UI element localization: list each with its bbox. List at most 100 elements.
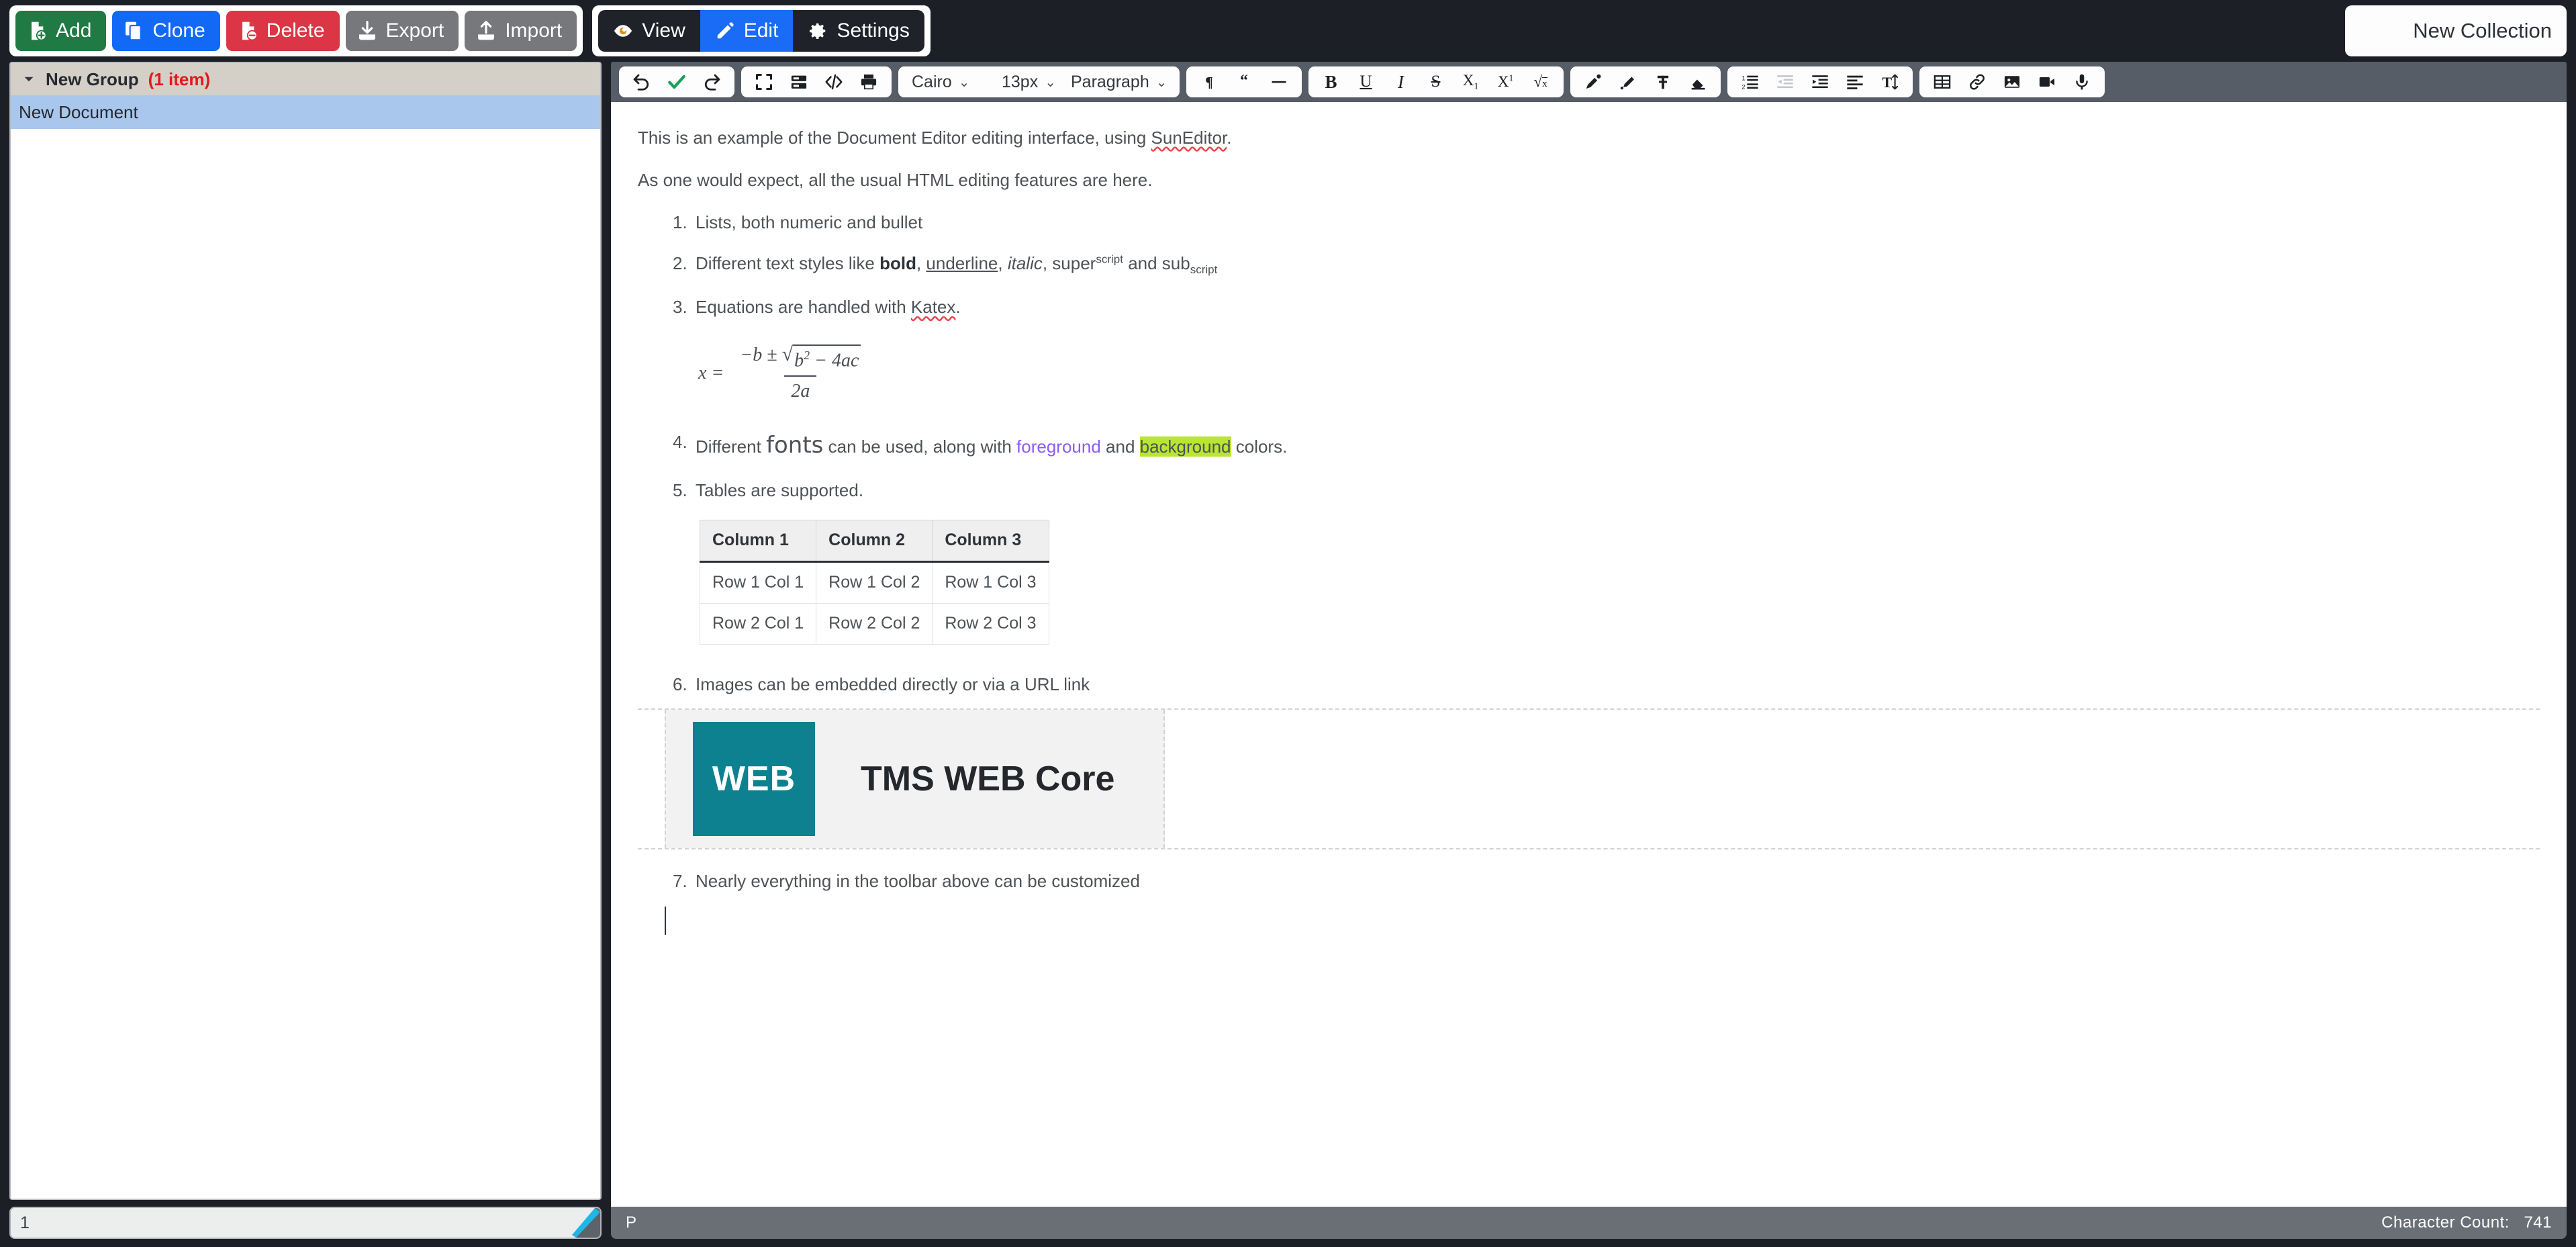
superscript-button[interactable]: X1 xyxy=(1490,68,1522,95)
list-item-1: 1. Lists, both numeric and bullet xyxy=(673,211,2540,234)
mode-switch-group: View Edit Settings xyxy=(598,10,924,52)
outdent-button[interactable] xyxy=(1769,68,1801,95)
redo-button[interactable] xyxy=(696,68,728,95)
doc-intro-link[interactable]: SunEditor xyxy=(1151,128,1227,148)
text-cursor-line[interactable] xyxy=(638,906,2540,941)
list-item-1-text: Lists, both numeric and bullet xyxy=(696,212,923,233)
export-button[interactable]: Export xyxy=(345,11,459,51)
katex-link[interactable]: Katex xyxy=(911,297,956,317)
highlight-color-button[interactable] xyxy=(1612,68,1644,95)
align-button[interactable] xyxy=(1839,68,1871,95)
mode-edit[interactable]: Edit xyxy=(700,10,794,52)
fonts-sample: fonts xyxy=(766,432,824,459)
doc-table-header-cell[interactable]: Column 3 xyxy=(932,520,1049,563)
math-button[interactable]: √x xyxy=(1525,68,1557,95)
italic-button[interactable]: I xyxy=(1385,68,1417,95)
doc-table-header-row: Column 1 Column 2 Column 3 xyxy=(699,520,1049,563)
bold-button[interactable]: B xyxy=(1315,68,1347,95)
web-logo-title: TMS WEB Core xyxy=(861,759,1115,798)
font-color-icon xyxy=(1586,74,1601,89)
paragraph-format-button[interactable]: ¶ xyxy=(1193,68,1225,95)
text-style-tool-group: B U I S X1 X1 √x xyxy=(1308,66,1564,97)
horizontal-rule-button[interactable] xyxy=(1263,68,1295,95)
text-cursor xyxy=(665,906,666,935)
ordered-list-button[interactable]: 1 2 xyxy=(1734,68,1766,95)
print-button[interactable] xyxy=(853,68,885,95)
doc-paragraph-2: As one would expect, all the usual HTML … xyxy=(638,170,1153,191)
fullscreen-button[interactable] xyxy=(748,68,780,95)
font-size-select[interactable]: 13px ⌄ xyxy=(995,68,1061,95)
font-size-value: 13px xyxy=(1002,72,1039,91)
block-tool-group: ¶ “ xyxy=(1186,66,1302,97)
link-button[interactable] xyxy=(1961,68,1993,95)
fullscreen-icon xyxy=(755,73,773,91)
doc-table-cell[interactable]: Row 1 Col 2 xyxy=(816,561,933,604)
doc-table-cell[interactable]: Row 2 Col 1 xyxy=(699,602,817,645)
doc-table-cell[interactable]: Row 1 Col 3 xyxy=(932,561,1049,604)
strikethrough-button[interactable]: S xyxy=(1420,68,1452,95)
resize-grip-icon[interactable] xyxy=(565,1208,600,1238)
mode-switch-panel: View Edit Settings xyxy=(592,5,931,56)
sep-1: , xyxy=(916,253,926,274)
gear-icon xyxy=(810,23,826,39)
character-count: Character Count: 741 xyxy=(2381,1213,2552,1232)
audio-icon xyxy=(2075,74,2088,90)
blockquote-button[interactable]: “ xyxy=(1228,68,1260,95)
list-item-4-number: 4. xyxy=(673,432,687,453)
katex-equation[interactable]: x = −b ± √ b2 − 4ac 2a xyxy=(698,342,2540,404)
font-color-button[interactable] xyxy=(1577,68,1609,95)
video-button[interactable] xyxy=(2031,68,2063,95)
tree-document-row[interactable]: New Document xyxy=(11,95,600,129)
import-button[interactable]: Import xyxy=(465,11,577,51)
doc-table-header-cell[interactable]: Column 2 xyxy=(816,520,933,563)
list-item-3-number: 3. xyxy=(673,297,687,318)
pencil-icon xyxy=(717,22,734,39)
paragraph-style-select[interactable]: Paragraph ⌄ xyxy=(1064,68,1173,95)
list-item-4: 4. Different fonts can be used, along wi… xyxy=(673,430,2540,461)
embedded-image[interactable]: WEB TMS WEB Core xyxy=(665,709,1165,848)
add-button[interactable]: Add xyxy=(15,11,107,51)
font-family-select[interactable]: Cairo ⌄ xyxy=(905,68,992,95)
delete-button[interactable]: Delete xyxy=(226,11,340,51)
web-logo-text: WEB xyxy=(712,759,796,798)
mode-settings[interactable]: Settings xyxy=(793,10,924,52)
foreground-sample: foreground xyxy=(1016,436,1101,457)
audio-button[interactable] xyxy=(2066,68,2098,95)
indent-button[interactable] xyxy=(1804,68,1836,95)
doc-table-cell[interactable]: Row 2 Col 2 xyxy=(816,602,933,645)
image-button[interactable] xyxy=(1996,68,2028,95)
chevron-down-icon[interactable] xyxy=(21,72,36,87)
editor-canvas[interactable]: This is an example of the Document Edito… xyxy=(611,102,2567,1207)
undo-button[interactable] xyxy=(626,68,658,95)
clone-button[interactable]: Clone xyxy=(112,11,220,51)
underline-button[interactable]: U xyxy=(1350,68,1382,95)
collection-title[interactable]: New Collection xyxy=(2345,5,2567,56)
preview-button[interactable] xyxy=(783,68,815,95)
tree-group-row[interactable]: New Group (1 item) xyxy=(11,63,600,95)
doc-table-header-cell[interactable]: Column 1 xyxy=(699,520,817,563)
doc-feature-list-3: 6. Images can be embedded directly or vi… xyxy=(673,673,2540,696)
underline-sample: underline xyxy=(926,253,998,274)
editor-status-element-path: P xyxy=(626,1213,637,1232)
mode-view[interactable]: View xyxy=(598,10,700,52)
doc-table[interactable]: Column 1 Column 2 Column 3 Row 1 Col 1 R… xyxy=(699,520,1049,645)
video-icon xyxy=(2039,77,2054,87)
subscript-button[interactable]: X1 xyxy=(1455,68,1487,95)
code-view-button[interactable] xyxy=(818,68,850,95)
clone-button-label: Clone xyxy=(152,19,205,42)
table-button[interactable] xyxy=(1926,68,1958,95)
doc-table-cell[interactable]: Row 2 Col 3 xyxy=(932,602,1049,645)
font-select-group: Cairo ⌄ 13px ⌄ Paragraph ⌄ xyxy=(898,66,1180,97)
document-content[interactable]: This is an example of the Document Edito… xyxy=(611,102,2567,941)
save-button[interactable] xyxy=(661,68,693,95)
mode-settings-label: Settings xyxy=(837,19,910,42)
list-item-4-suffix: colors. xyxy=(1231,436,1288,457)
text-style-button[interactable] xyxy=(1647,68,1679,95)
remove-format-button[interactable] xyxy=(1682,68,1714,95)
align-icon xyxy=(1846,75,1863,89)
line-height-button[interactable]: T xyxy=(1874,68,1906,95)
subscript-sample: script xyxy=(1190,263,1218,277)
add-button-label: Add xyxy=(56,19,92,42)
equation-fraction: −b ± √ b2 − 4ac 2a xyxy=(733,342,867,404)
doc-table-cell[interactable]: Row 1 Col 1 xyxy=(699,561,817,604)
